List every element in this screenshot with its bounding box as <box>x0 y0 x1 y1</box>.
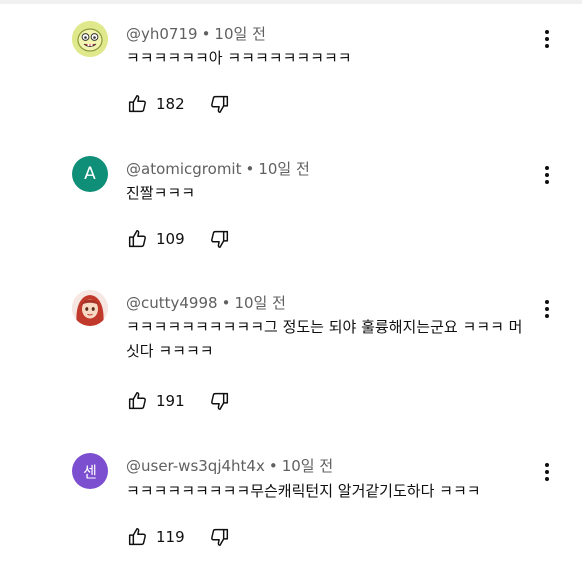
meta-separator: • <box>201 25 211 43</box>
meta-separator: • <box>221 294 231 312</box>
more-vert-icon[interactable] <box>537 460 557 484</box>
thumbs-down-icon <box>210 392 228 410</box>
like-count: 182 <box>156 95 185 113</box>
avatar[interactable]: 센 <box>72 453 108 489</box>
thumbs-up-icon <box>128 230 146 248</box>
more-vert-icon[interactable] <box>537 297 557 321</box>
comment-author[interactable]: @user-ws3qj4ht4x <box>126 457 265 475</box>
comment-meta: @user-ws3qj4ht4x • 10일 전 <box>126 455 333 476</box>
top-divider <box>0 0 582 4</box>
comment-time[interactable]: 10일 전 <box>258 160 309 178</box>
comment-time[interactable]: 10일 전 <box>214 25 265 43</box>
comment-text: ㅋㅋㅋㅋㅋㅋㅋㅋㅋㅋ그 정도는 되야 훌륭해지는군요 ㅋㅋㅋ 머싯다 ㅋㅋㅋㅋ <box>126 318 523 360</box>
thumbs-up-icon <box>128 95 146 113</box>
comment-time[interactable]: 10일 전 <box>234 294 285 312</box>
red-haired-girl-avatar-icon <box>72 290 108 326</box>
comment-actions: 182 <box>126 92 231 116</box>
comment-meta: @cutty4998 • 10일 전 <box>126 292 286 313</box>
comment-author[interactable]: @yh0719 <box>126 25 198 43</box>
comment-meta: @atomicgromit • 10일 전 <box>126 158 310 179</box>
like-button[interactable]: 109 <box>126 228 185 250</box>
avatar[interactable] <box>72 21 108 57</box>
like-count: 109 <box>156 230 185 248</box>
comment-actions: 119 <box>126 525 231 549</box>
avatar-letter: A <box>84 164 96 184</box>
comment-actions: 191 <box>126 389 231 413</box>
comment-text: ㅋㅋㅋㅋㅋㅋㅋㅋㅋ무슨캐릭턴지 알거같기도하다 ㅋㅋㅋ <box>126 482 481 500</box>
avatar[interactable] <box>72 290 108 326</box>
comment-text: ㅋㅋㅋㅋㅋㅋ아 ㅋㅋㅋㅋㅋㅋㅋㅋㅋ <box>126 49 352 67</box>
thumbs-up-icon <box>128 392 146 410</box>
thumbs-down-icon <box>210 528 228 546</box>
comment-time[interactable]: 10일 전 <box>282 457 333 475</box>
dislike-button[interactable] <box>209 93 231 115</box>
more-vert-icon[interactable] <box>537 27 557 51</box>
comment-author[interactable]: @cutty4998 <box>126 294 218 312</box>
more-vert-icon[interactable] <box>537 163 557 187</box>
comment-text: 진짤ㅋㅋㅋ <box>126 184 196 202</box>
dislike-button[interactable] <box>209 526 231 548</box>
like-button[interactable]: 191 <box>126 390 185 412</box>
comment-meta: @yh0719 • 10일 전 <box>126 23 266 44</box>
meta-separator: • <box>268 457 278 475</box>
thumbs-down-icon <box>210 230 228 248</box>
like-count: 119 <box>156 528 185 546</box>
comment-author[interactable]: @atomicgromit <box>126 160 241 178</box>
like-count: 191 <box>156 392 185 410</box>
dislike-button[interactable] <box>209 390 231 412</box>
thumbs-down-icon <box>210 95 228 113</box>
thumbs-up-icon <box>128 528 146 546</box>
like-button[interactable]: 119 <box>126 526 185 548</box>
avatar[interactable]: A <box>72 156 108 192</box>
avatar-letter: 센 <box>83 462 97 481</box>
like-button[interactable]: 182 <box>126 93 185 115</box>
meta-separator: • <box>245 160 255 178</box>
dislike-button[interactable] <box>209 228 231 250</box>
yellow-cartoon-avatar-icon <box>72 21 108 57</box>
comment-actions: 109 <box>126 227 231 251</box>
